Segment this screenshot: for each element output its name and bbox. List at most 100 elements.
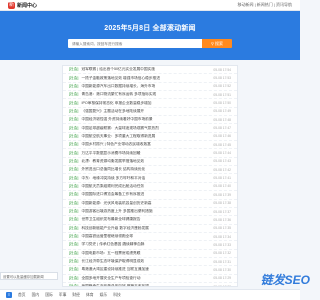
news-row[interactable]: [社会] 我国粮食生产形势总体向好 夏粮丰收在望 05-08 17:28	[63, 283, 237, 287]
news-row[interactable]: [社会] IPO审核保持常态化 申报企业数量稳步增加 05-08 17:50	[63, 99, 237, 108]
news-tag[interactable]: [社会]	[69, 76, 78, 81]
news-tag[interactable]: [社会]	[69, 251, 78, 256]
news-tag[interactable]: [社会]	[69, 142, 78, 147]
news-row[interactable]: [社会] 中国足球超级联赛：大量球迷现场观赛气氛热烈 05-08 17:47	[63, 124, 237, 133]
news-title-link[interactable]: 长江经济带生态环境保护取得明显成效	[81, 259, 210, 264]
news-tag[interactable]: [社会]	[69, 84, 78, 89]
news-row[interactable]: [社会] 《强国复兴》主题活动在多地陆续展开 05-08 17:49	[63, 108, 237, 117]
news-row[interactable]: [社会] 长江经济带生态环境保护取得明显成效 05-08 17:31	[63, 258, 237, 267]
news-title-link[interactable]: 中国电影市场：五一档票房成绩亮眼	[81, 251, 210, 256]
news-tag[interactable]: [社会]	[69, 101, 78, 106]
news-title-link[interactable]: 中国新能源：光伏风电装机容量创历史新高	[81, 201, 210, 206]
news-row[interactable]: [社会] 中国高铁运营里程继续领跑全球 05-08 17:34	[63, 233, 237, 242]
news-row[interactable]: [社会] 一揽子金融政策落地见效 增强市场信心稳步推进 05-08 17:53	[63, 74, 237, 83]
news-tag[interactable]: [社会]	[69, 184, 78, 189]
bottom-nav-item[interactable]: 科技	[113, 293, 121, 298]
news-tag[interactable]: [社会]	[69, 67, 78, 72]
news-title-link[interactable]: 中国新能源汽车出口数据持续增长，海外市场	[81, 84, 210, 89]
news-tag[interactable]: [社会]	[69, 201, 78, 206]
news-tag[interactable]: [社会]	[69, 167, 78, 172]
news-row[interactable]: [社会] 万达平平数据显示消费市场持续回暖 05-08 17:44	[63, 149, 237, 158]
news-row[interactable]: [社会] 中国新能源汽车出口数据持续增长，海外市场 05-08 17:52	[63, 83, 237, 92]
news-title-link[interactable]: 中国国际进口博览会筹备工作有序推进	[81, 192, 210, 197]
news-tag[interactable]: [社会]	[69, 126, 78, 131]
news-tag[interactable]: [社会]	[69, 242, 78, 247]
menu-icon[interactable]: ≡	[6, 292, 12, 298]
news-tag[interactable]: [社会]	[69, 134, 78, 139]
news-title-link[interactable]: 中国乡村振兴 | 特色产业带动农民增收致富	[81, 142, 210, 147]
news-title-link[interactable]: 北漂：教育资源均衡发展举措落地见效	[81, 159, 210, 164]
news-title-link[interactable]: 世界卫生组织发布最新全球健康报告	[81, 217, 210, 222]
bottom-nav-item[interactable]: 军事	[59, 293, 67, 298]
news-row[interactable]: [社会] 中国经济韧性强 外资持续看好中国市场前景 05-08 17:48	[63, 116, 237, 125]
news-title-link[interactable]: 学习党史 | 传承红色基因 赓续精神血脉	[81, 242, 210, 247]
news-title-link[interactable]: 中国航空航天事业：多项重大工程取得新进展	[81, 134, 210, 139]
news-tag[interactable]: [社会]	[69, 234, 78, 239]
news-tag[interactable]: [社会]	[69, 92, 78, 97]
news-row[interactable]: [社会] 冠军联赛 | 给出首个50亿元实业发展中国实施 05-08 17:54	[63, 66, 237, 75]
news-title-link[interactable]: 粤港澳大湾区建设持续推进 互联互通加速	[81, 267, 210, 272]
news-row[interactable]: [社会] 中国航空航天事业：多项重大工程取得新进展 05-08 17:46	[63, 133, 237, 142]
top-links[interactable]: 移动新闻 | 新闻热门 | 资讯导航	[237, 2, 292, 8]
news-title-link[interactable]: 一揽子金融政策落地见效 增强市场信心稳步推进	[81, 76, 210, 81]
news-title-link[interactable]: IPO审核保持常态化 申报企业数量稳步增加	[81, 101, 210, 106]
news-tag[interactable]: [社会]	[69, 109, 78, 114]
news-title-link[interactable]: 《强国复兴》主题活动在多地陆续展开	[81, 109, 210, 114]
news-tag[interactable]: [社会]	[69, 151, 78, 156]
news-tag[interactable]: [社会]	[69, 217, 78, 222]
news-title-link[interactable]: 冠军联赛 | 给出首个50亿元实业发展中国实施	[81, 67, 210, 72]
news-date: 05-08 17:44	[213, 151, 231, 156]
news-row[interactable]: [社会] 北漂：教育资源均衡发展举措落地见效 05-08 17:43	[63, 158, 237, 167]
news-row[interactable]: [社会] 中国国际进口博览会筹备工作有序推进 05-08 17:39	[63, 191, 237, 200]
news-date: 05-08 17:28	[213, 284, 231, 287]
news-title-link[interactable]: 中国游客出境游热度上升 多国推出便利措施	[81, 209, 210, 214]
news-tag[interactable]: [社会]	[69, 259, 78, 264]
news-row[interactable]: [社会] 青岛港：港口物流繁忙有序运转 多项指标实现 05-08 17:51	[63, 91, 237, 100]
news-tag[interactable]: [社会]	[69, 267, 78, 272]
bottom-nav-item[interactable]: 财经	[72, 293, 80, 298]
news-date: 05-08 17:54	[213, 67, 231, 72]
notice-popup[interactable]: 设置可以批量缓存加载新闻	[0, 272, 58, 280]
news-title-link[interactable]: 全国多地开展安全生产专项检查行动	[81, 276, 210, 281]
news-row[interactable]: [社会] 中国航天员乘组顺利完成出舱活动任务 05-08 17:40	[63, 183, 237, 192]
news-title-link[interactable]: 中国经济韧性强 外资持续看好中国市场前景	[81, 117, 210, 122]
bottom-nav-item[interactable]: 国内	[32, 293, 40, 298]
news-title-link[interactable]: 我国粮食生产形势总体向好 夏粮丰收在望	[81, 284, 210, 286]
news-tag[interactable]: [社会]	[69, 192, 78, 197]
news-row[interactable]: [社会] 中国新能源：光伏风电装机容量创历史新高 05-08 17:38	[63, 200, 237, 208]
news-title-link[interactable]: 中东：地缘冲突持续 多方呼吁和平对话	[81, 176, 210, 181]
news-row[interactable]: [社会] 中国电影市场：五一档票房成绩亮眼 05-08 17:32	[63, 250, 237, 258]
news-row[interactable]: [社会] 学习党史 | 传承红色基因 赓续精神血脉 05-08 17:33	[63, 241, 237, 250]
news-row[interactable]: [社会] 世界卫生组织发布最新全球健康报告 05-08 17:36	[63, 216, 237, 225]
bottom-nav-item[interactable]: 国际	[45, 293, 53, 298]
news-tag[interactable]: [社会]	[69, 209, 78, 214]
logo-text: 新闻中心	[17, 2, 38, 9]
search-input[interactable]	[68, 39, 202, 48]
news-row[interactable]: [社会] 科技创新赋能产业升级 数字经济蓬勃发展 05-08 17:35	[63, 225, 237, 233]
news-title-link[interactable]: 中国高铁运营里程继续领跑全球	[81, 234, 210, 239]
news-title-link[interactable]: 科技创新赋能产业升级 数字经济蓬勃发展	[81, 226, 210, 231]
news-row[interactable]: [社会] 中东：地缘冲突持续 多方呼吁和平对话 05-08 17:41	[63, 174, 237, 183]
bottom-nav-item[interactable]: 体育	[86, 293, 94, 298]
news-title-link[interactable]: 中国航天员乘组顺利完成出舱活动任务	[81, 184, 210, 189]
news-row[interactable]: [社会] 外贸进出口总值同比增长 结构持续优化 05-08 17:42	[63, 166, 237, 175]
news-tag[interactable]: [社会]	[69, 226, 78, 231]
news-row[interactable]: [社会] 全国多地开展安全生产专项检查行动 05-08 17:29	[63, 275, 237, 283]
news-title-link[interactable]: 万达平平数据显示消费市场持续回暖	[81, 151, 210, 156]
news-title-link[interactable]: 青岛港：港口物流繁忙有序运转 多项指标实现	[81, 92, 210, 97]
news-tag[interactable]: [社会]	[69, 117, 78, 122]
bottom-nav-item[interactable]: 首页	[18, 293, 26, 298]
news-row[interactable]: [社会] 中国游客出境游热度上升 多国推出便利措施 05-08 17:37	[63, 208, 237, 217]
site-logo[interactable]: 新 新闻中心	[8, 1, 38, 9]
news-tag[interactable]: [社会]	[69, 276, 78, 281]
logo-icon: 新	[8, 1, 15, 9]
news-row[interactable]: [社会] 粤港澳大湾区建设持续推进 互联互通加速 05-08 17:30	[63, 266, 237, 275]
news-title-link[interactable]: 中国足球超级联赛：大量球迷现场观赛气氛热烈	[81, 126, 210, 131]
bottom-nav-item[interactable]: 娱乐	[100, 293, 108, 298]
news-tag[interactable]: [社会]	[69, 159, 78, 164]
news-tag[interactable]: [社会]	[69, 176, 78, 181]
search-button[interactable]: ⚲ 搜索	[202, 39, 232, 48]
news-row[interactable]: [社会] 中国乡村振兴 | 特色产业带动农民增收致富 05-08 17:45	[63, 141, 237, 150]
news-title-link[interactable]: 外贸进出口总值同比增长 结构持续优化	[81, 167, 210, 172]
news-tag[interactable]: [社会]	[69, 284, 78, 286]
